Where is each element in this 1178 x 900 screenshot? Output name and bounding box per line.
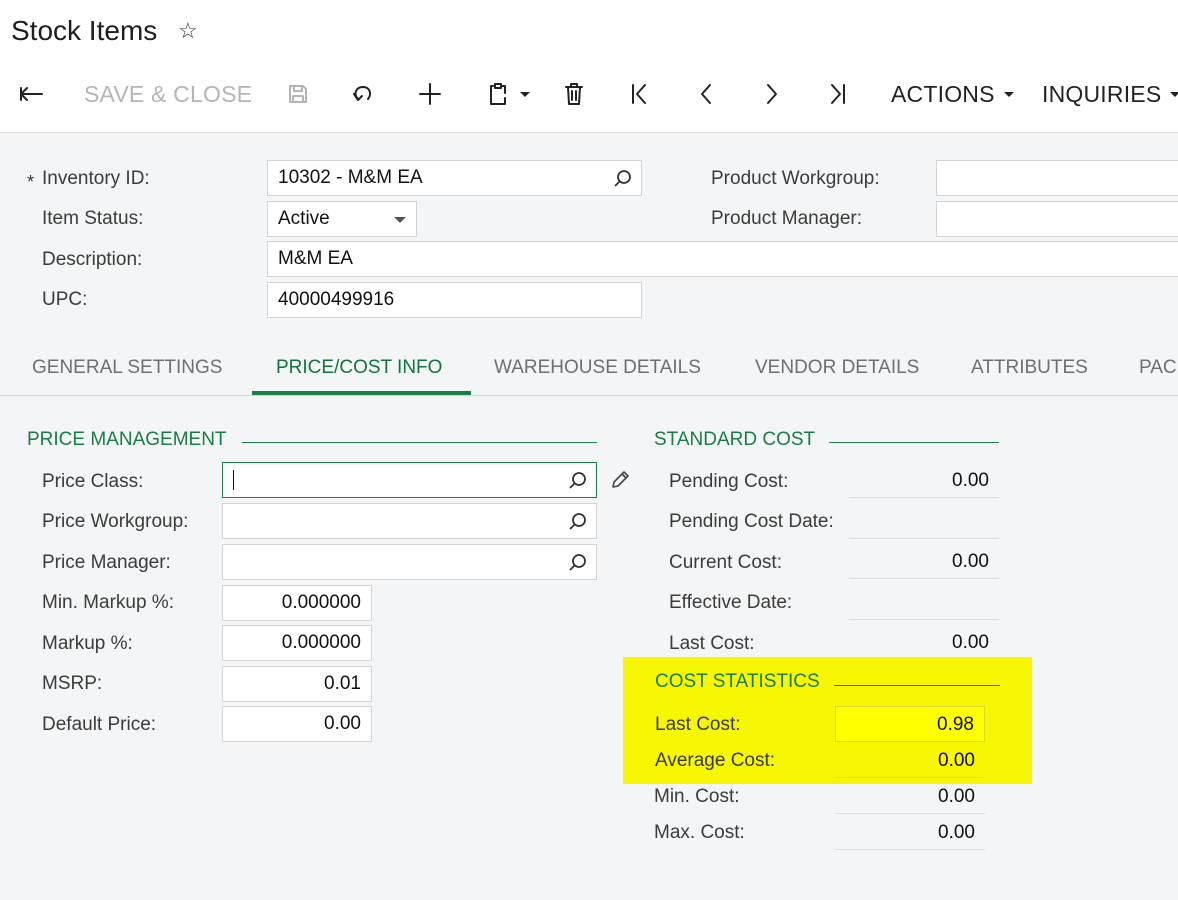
price-manager-label: Price Manager: — [42, 552, 171, 573]
top-bar: Stock Items ☆ SAVE & CLOSE ACTIONS INQUI… — [0, 0, 1178, 133]
inquiries-menu[interactable]: INQUIRIES — [1042, 77, 1178, 111]
cost-statistics-heading: COST STATISTICS — [655, 671, 820, 692]
max-cost-value: 0.00 — [835, 814, 985, 850]
inventory-id-label: Inventory ID: — [42, 168, 150, 189]
markup-input[interactable]: 0.000000 — [222, 625, 372, 661]
chevron-down-icon — [1003, 91, 1014, 97]
product-manager-input[interactable] — [936, 201, 1178, 237]
item-status-select[interactable]: Active — [267, 201, 417, 237]
actions-menu[interactable]: ACTIONS — [891, 77, 1014, 111]
min-cost-label: Min. Cost: — [654, 786, 740, 807]
upc-label: UPC: — [42, 289, 88, 310]
back-arrow-icon[interactable] — [14, 77, 48, 111]
min-markup-label: Min. Markup %: — [42, 592, 174, 613]
default-price-input[interactable]: 0.00 — [222, 706, 372, 742]
current-cost-label: Current Cost: — [669, 552, 782, 573]
tab-packaging[interactable]: PAC — [1139, 357, 1177, 379]
description-value: M&M EA — [278, 248, 353, 269]
favorite-star-icon[interactable]: ☆ — [178, 18, 198, 44]
item-status-value: Active — [278, 208, 330, 229]
standard-last-cost-value: 0.00 — [849, 624, 999, 660]
tab-attributes[interactable]: ATTRIBUTES — [971, 357, 1088, 379]
tab-warehouse-details[interactable]: WAREHOUSE DETAILS — [494, 357, 701, 379]
undo-icon[interactable] — [348, 77, 378, 111]
average-cost-value: 0.00 — [835, 742, 985, 778]
edit-pencil-icon[interactable] — [609, 469, 631, 491]
section-divider — [834, 685, 1000, 686]
clipboard-icon[interactable] — [482, 77, 534, 111]
add-icon[interactable] — [415, 77, 445, 111]
chevron-down-icon — [1170, 91, 1178, 97]
upc-value: 40000499916 — [278, 289, 395, 310]
inventory-id-value: 10302 - M&M EA — [278, 167, 423, 188]
product-workgroup-input[interactable] — [936, 160, 1178, 196]
product-workgroup-label: Product Workgroup: — [711, 168, 880, 189]
save-close-button[interactable]: SAVE & CLOSE — [84, 77, 252, 111]
product-manager-label: Product Manager: — [711, 208, 863, 229]
text-cursor — [233, 469, 234, 490]
first-record-icon[interactable] — [625, 77, 653, 111]
section-divider — [829, 442, 999, 443]
description-input[interactable]: M&M EA — [267, 241, 1178, 277]
price-class-label: Price Class: — [42, 471, 144, 492]
save-close-label: SAVE & CLOSE — [84, 80, 253, 107]
delete-icon[interactable] — [561, 77, 587, 111]
effective-date-value — [849, 584, 999, 620]
price-workgroup-label: Price Workgroup: — [42, 511, 189, 532]
search-icon[interactable] — [568, 471, 588, 491]
description-label: Description: — [42, 249, 143, 270]
tab-price-cost-info[interactable]: PRICE/COST INFO — [276, 357, 442, 379]
default-price-label: Default Price: — [42, 714, 157, 735]
pending-cost-value: 0.00 — [849, 462, 999, 498]
markup-label: Markup %: — [42, 633, 133, 654]
max-cost-label: Max. Cost: — [654, 822, 745, 843]
inquiries-label: INQUIRIES — [1042, 80, 1162, 107]
search-icon[interactable] — [613, 169, 633, 189]
section-divider — [242, 442, 597, 443]
tab-vendor-details[interactable]: VENDOR DETAILS — [755, 357, 919, 379]
average-cost-label: Average Cost: — [655, 750, 776, 771]
msrp-label: MSRP: — [42, 673, 103, 694]
active-tab-indicator — [252, 391, 471, 395]
standard-cost-heading: STANDARD COST — [654, 429, 816, 450]
price-workgroup-input[interactable] — [222, 503, 597, 539]
actions-label: ACTIONS — [891, 80, 995, 107]
price-class-input[interactable] — [222, 462, 597, 498]
page-title: Stock Items — [11, 15, 158, 46]
pending-cost-label: Pending Cost: — [669, 471, 789, 492]
stat-last-cost-value: 0.98 — [835, 706, 985, 742]
min-cost-value: 0.00 — [835, 778, 985, 814]
stat-last-cost-label: Last Cost: — [655, 714, 741, 735]
standard-last-cost-label: Last Cost: — [669, 633, 755, 654]
price-management-heading: PRICE MANAGEMENT — [27, 429, 227, 450]
price-manager-input[interactable] — [222, 544, 597, 580]
next-record-icon[interactable] — [758, 77, 786, 111]
current-cost-value: 0.00 — [849, 543, 999, 579]
pending-cost-date-value — [849, 503, 999, 539]
previous-record-icon[interactable] — [692, 77, 720, 111]
save-icon[interactable] — [284, 77, 312, 111]
min-markup-input[interactable]: 0.000000 — [222, 585, 372, 621]
search-icon[interactable] — [568, 553, 588, 573]
last-record-icon[interactable] — [824, 77, 852, 111]
chevron-down-icon — [519, 91, 530, 97]
pending-cost-date-label: Pending Cost Date: — [669, 511, 834, 532]
effective-date-label: Effective Date: — [669, 592, 793, 613]
tab-general-settings[interactable]: GENERAL SETTINGS — [32, 357, 222, 379]
tab-bar: GENERAL SETTINGS PRICE/COST INFO WAREHOU… — [0, 340, 1178, 396]
chevron-down-icon — [394, 217, 406, 223]
inventory-id-input[interactable]: 10302 - M&M EA — [267, 160, 642, 196]
msrp-input[interactable]: 0.01 — [222, 666, 372, 702]
upc-input[interactable]: 40000499916 — [267, 282, 642, 318]
required-marker: * — [27, 172, 35, 192]
item-status-label: Item Status: — [42, 208, 144, 229]
search-icon[interactable] — [568, 512, 588, 532]
